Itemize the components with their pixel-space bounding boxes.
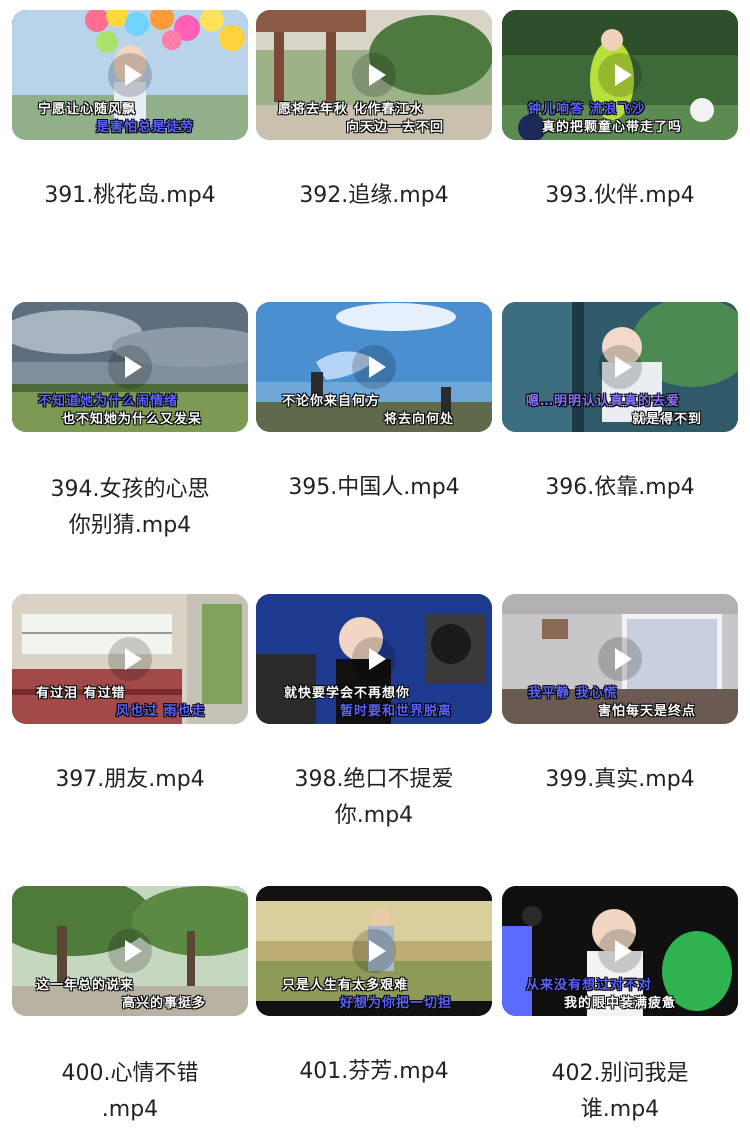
play-icon[interactable] xyxy=(350,343,398,391)
lyric-line-1: 这一年总的说来 xyxy=(36,978,135,993)
video-title[interactable]: 397.朋友.mp4 xyxy=(12,762,248,798)
lyric-line-1: 我平静 我心慌 xyxy=(528,686,618,701)
lyric-line-1: 不论你来自何方 xyxy=(282,394,381,409)
lyric-line-1: 只是人生有太多艰难 xyxy=(282,978,409,993)
play-icon[interactable] xyxy=(596,343,644,391)
lyric-line-2: 害怕每天是终点 xyxy=(598,704,697,719)
video-thumbnail-392[interactable]: 愿将去年秋 化作春江水 向天边一去不回 xyxy=(256,10,492,140)
video-thumbnail-401[interactable]: 只是人生有太多艰难 好想为你把一切担 xyxy=(256,886,492,1016)
video-thumbnail-397[interactable]: 有过泪 有过错 风也过 雨也走 xyxy=(12,594,248,724)
video-title[interactable]: 394.女孩的心思 你别猜.mp4 xyxy=(12,472,248,544)
video-title[interactable]: 402.别问我是 谁.mp4 xyxy=(502,1056,738,1128)
lyric-line-1: 嗯…明明认认真真的去爱 xyxy=(526,394,681,409)
video-thumbnail-399[interactable]: 我平静 我心慌 害怕每天是终点 xyxy=(502,594,738,724)
video-thumbnail-398[interactable]: 就快要学会不再想你 暂时要和世界脱离 xyxy=(256,594,492,724)
lyric-line-1: 不知道她为什么闹情绪 xyxy=(38,394,179,409)
lyric-line-1: 钟儿响答 流浪飞沙 xyxy=(528,102,646,117)
play-icon[interactable] xyxy=(596,927,644,975)
video-title[interactable]: 400.心情不错 .mp4 xyxy=(12,1056,248,1128)
lyric-line-1: 愿将去年秋 化作春江水 xyxy=(278,102,424,117)
lyric-line-2: 暂时要和世界脱离 xyxy=(340,704,453,719)
video-title[interactable]: 391.桃花岛.mp4 xyxy=(12,178,248,214)
lyric-line-2: 高兴的事挺多 xyxy=(122,996,207,1011)
play-icon[interactable] xyxy=(106,51,154,99)
lyric-line-2: 就是得不到 xyxy=(632,412,703,427)
video-thumbnail-400[interactable]: 这一年总的说来 高兴的事挺多 xyxy=(12,886,248,1016)
lyric-line-1: 从来没有想过对不对 xyxy=(526,978,653,993)
video-title[interactable]: 392.追缘.mp4 xyxy=(256,178,492,214)
play-icon[interactable] xyxy=(596,635,644,683)
lyric-line-2: 将去向何处 xyxy=(384,412,455,427)
video-thumbnail-395[interactable]: 不论你来自何方 将去向何处 xyxy=(256,302,492,432)
lyric-line-2: 向天边一去不回 xyxy=(346,120,445,135)
video-title[interactable]: 401.芬芳.mp4 xyxy=(256,1054,492,1090)
play-icon[interactable] xyxy=(106,927,154,975)
lyric-line-1: 就快要学会不再想你 xyxy=(284,686,411,701)
lyric-line-2: 好想为你把一切担 xyxy=(340,996,453,1011)
play-icon[interactable] xyxy=(596,51,644,99)
lyric-line-1: 宁愿让心随风飘 xyxy=(38,102,137,117)
video-thumbnail-394[interactable]: 不知道她为什么闹情绪 也不知她为什么又发呆 xyxy=(12,302,248,432)
video-title[interactable]: 398.绝口不提爱 你.mp4 xyxy=(256,762,492,834)
video-title[interactable]: 399.真实.mp4 xyxy=(502,762,738,798)
lyric-line-2: 也不知她为什么又发呆 xyxy=(62,412,203,427)
video-title[interactable]: 393.伙伴.mp4 xyxy=(502,178,738,214)
lyric-line-2: 风也过 雨也走 xyxy=(116,704,206,719)
play-icon[interactable] xyxy=(350,635,398,683)
video-thumbnail-402[interactable]: 从来没有想过对不对 我的眼中装满疲惫 xyxy=(502,886,738,1016)
video-title[interactable]: 395.中国人.mp4 xyxy=(256,470,492,506)
play-icon[interactable] xyxy=(350,51,398,99)
lyric-line-2: 是害怕总是徒劳 xyxy=(96,120,195,135)
lyric-line-2: 真的把颗童心带走了吗 xyxy=(542,120,683,135)
video-thumbnail-396[interactable]: 嗯…明明认认真真的去爱 就是得不到 xyxy=(502,302,738,432)
lyric-line-2: 我的眼中装满疲惫 xyxy=(564,996,677,1011)
lyric-line-1: 有过泪 有过错 xyxy=(36,686,126,701)
video-thumbnail-393[interactable]: 钟儿响答 流浪飞沙 真的把颗童心带走了吗 xyxy=(502,10,738,140)
play-icon[interactable] xyxy=(106,343,154,391)
play-icon[interactable] xyxy=(350,927,398,975)
play-icon[interactable] xyxy=(106,635,154,683)
video-thumbnail-391[interactable]: 宁愿让心随风飘 是害怕总是徒劳 xyxy=(12,10,248,140)
video-title[interactable]: 396.依靠.mp4 xyxy=(502,470,738,506)
